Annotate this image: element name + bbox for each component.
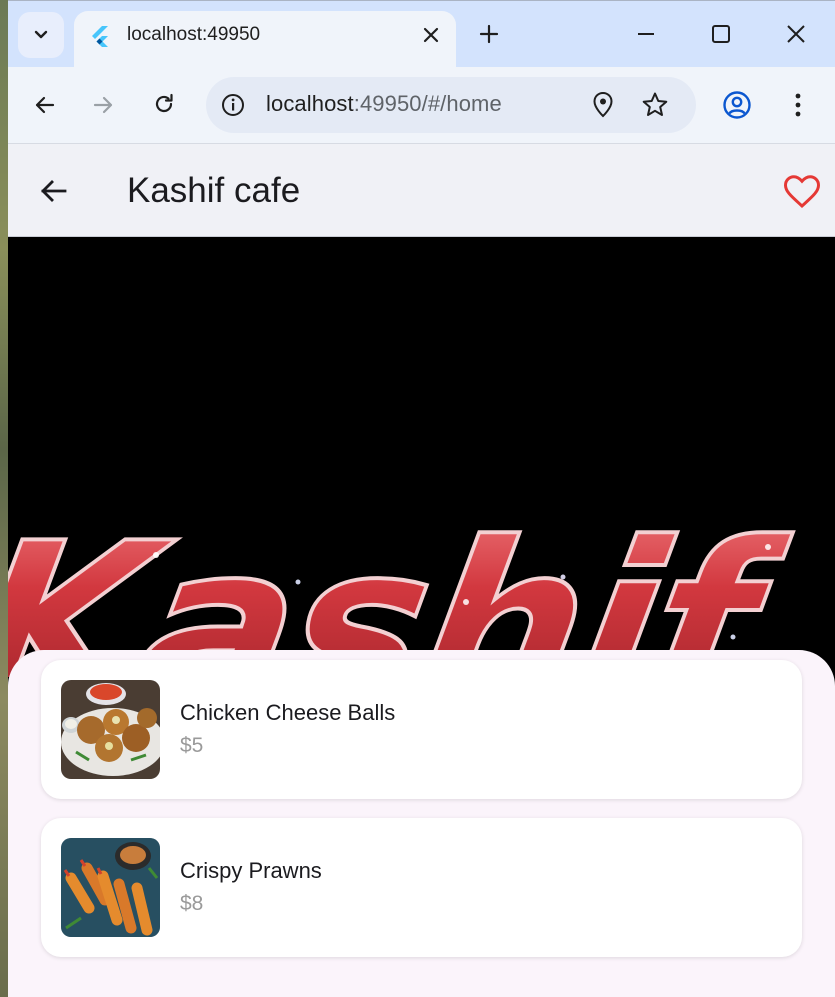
browser-window: localhost:49950 localhost:49950/#/home K…	[8, 0, 835, 997]
arrow-back-icon[interactable]	[38, 175, 70, 207]
close-window-icon[interactable]	[783, 21, 809, 47]
back-button[interactable]	[30, 90, 60, 120]
chevron-down-icon	[34, 30, 48, 39]
menu-item-price: $8	[180, 892, 204, 915]
app-bar: Kashif cafe	[8, 144, 835, 237]
browser-tab-active[interactable]: localhost:49950	[74, 11, 456, 67]
page-title: Kashif cafe	[127, 171, 301, 210]
flutter-icon	[92, 26, 108, 47]
location-pin-icon[interactable]	[590, 91, 616, 119]
menu-item-name: Crispy Prawns	[180, 858, 322, 883]
tab-search-button[interactable]	[18, 12, 64, 58]
menu-item-price: $5	[180, 734, 204, 757]
account-circle-icon	[723, 91, 751, 119]
cafe-banner-image: Kashif	[8, 237, 835, 677]
menu-item-card[interactable]: Chicken Cheese Balls $5	[41, 660, 802, 799]
menu-item-image	[61, 838, 160, 937]
reload-icon	[155, 93, 173, 113]
app-viewport: Kashif cafe Kashif Chicken Cheese Balls …	[8, 144, 835, 997]
arrow-right-icon	[93, 96, 113, 114]
profile-button[interactable]	[722, 90, 752, 120]
info-icon[interactable]	[220, 92, 246, 118]
more-vert-icon	[795, 93, 801, 117]
tab-title: localhost:49950	[127, 24, 261, 45]
minimize-icon[interactable]	[633, 21, 659, 47]
browser-toolbar: localhost:49950/#/home	[8, 67, 835, 144]
new-tab-plus-icon[interactable]	[476, 21, 502, 47]
url-text[interactable]: localhost:49950/#/home	[266, 91, 502, 117]
address-bar[interactable]: localhost:49950/#/home	[206, 77, 696, 133]
url-path: :49950/#/home	[353, 91, 502, 116]
menu-item-card[interactable]: Crispy Prawns $8	[41, 818, 802, 957]
forward-button[interactable]	[88, 90, 118, 120]
maximize-icon[interactable]	[708, 21, 734, 47]
url-host: localhost	[266, 91, 354, 116]
heart-outline-icon[interactable]	[783, 174, 821, 210]
tab-strip: localhost:49950	[8, 1, 835, 67]
desktop-background	[0, 0, 8, 997]
browser-menu-button[interactable]	[783, 90, 813, 120]
banner-artwork: Kashif	[8, 237, 835, 677]
reload-button[interactable]	[149, 89, 179, 119]
tab-close-icon[interactable]	[420, 24, 442, 46]
menu-item-image	[61, 680, 160, 779]
menu-sheet: Chicken Cheese Balls $5 Crispy Prawns $8	[8, 650, 835, 997]
menu-item-name: Chicken Cheese Balls	[180, 700, 396, 725]
arrow-left-icon	[35, 96, 55, 114]
star-icon[interactable]	[640, 90, 670, 120]
